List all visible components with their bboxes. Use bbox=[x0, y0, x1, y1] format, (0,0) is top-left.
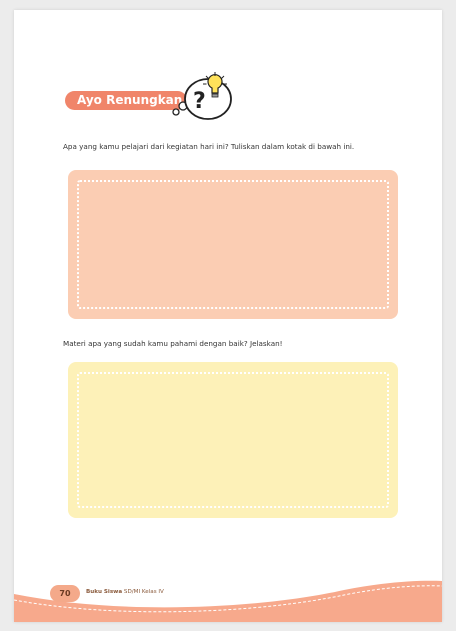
svg-text:?: ? bbox=[193, 89, 206, 114]
workbook-page: Ayo Renungkan ? Apa yang kamu pelajari d… bbox=[14, 10, 442, 622]
book-title-grade: SD/MI Kelas IV bbox=[122, 589, 164, 595]
book-title: Buku Siswa SD/MI Kelas IV bbox=[86, 589, 164, 595]
book-title-bold: Buku Siswa bbox=[86, 589, 123, 595]
dotted-border bbox=[77, 180, 389, 309]
page-number: 70 bbox=[50, 585, 80, 602]
reflection-question-1: Apa yang kamu pelajari dari kegiatan har… bbox=[63, 142, 355, 151]
answer-box-1[interactable] bbox=[68, 170, 398, 319]
answer-box-2[interactable] bbox=[68, 362, 398, 518]
dotted-border bbox=[77, 372, 389, 508]
reflection-question-2: Materi apa yang sudah kamu pahami dengan… bbox=[63, 339, 283, 348]
thinking-bubble-lightbulb-icon: ? bbox=[172, 72, 232, 120]
